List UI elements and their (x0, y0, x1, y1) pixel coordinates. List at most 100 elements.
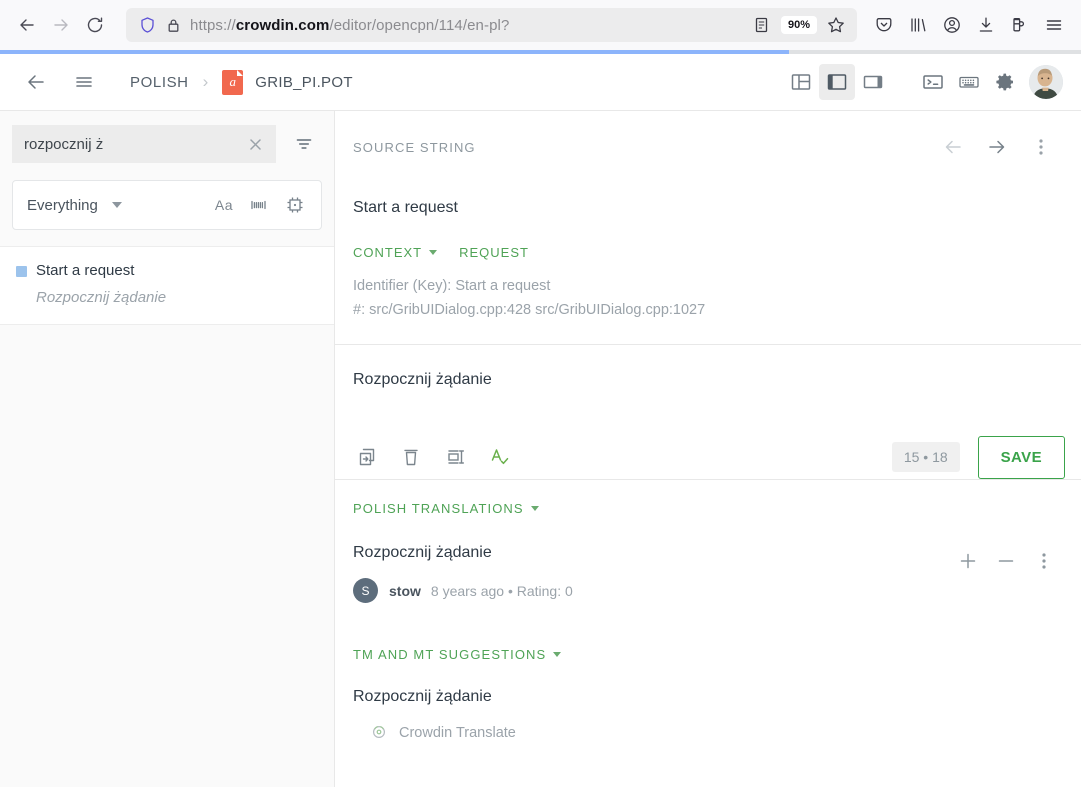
search-filter-bar: Everything Aa (12, 180, 322, 230)
source-more-options-kebab-icon[interactable] (1023, 129, 1059, 165)
padlock-icon[interactable] (160, 17, 186, 34)
reader-view-icon[interactable] (749, 16, 775, 34)
character-counter: 15 • 18 (891, 442, 960, 472)
account-icon[interactable] (935, 8, 969, 42)
list-item[interactable]: Start a request Rozpocznij żądanie (0, 247, 334, 324)
editor-back-button[interactable] (18, 64, 54, 100)
editor-body: Everything Aa Start a request Rozpocznij… (0, 111, 1081, 787)
suggestion-item[interactable]: Rozpocznij żądanie Crowdin Translate (335, 686, 1081, 744)
browser-actions (867, 8, 1071, 42)
context-tabs: CONTEXT REQUEST (335, 219, 1081, 260)
match-case-button[interactable]: Aa (207, 197, 241, 213)
tm-mt-suggestions-toggle[interactable]: TM AND MT SUGGESTIONS (353, 647, 562, 662)
other-languages-header: OTHER LANGUAGES (335, 766, 1081, 787)
search-scope-select[interactable]: Everything (27, 197, 207, 214)
suggestion-source: Crowdin Translate (353, 722, 1063, 744)
star-bookmark-icon[interactable] (823, 15, 849, 35)
suggestion-source-label: Crowdin Translate (399, 725, 516, 741)
extensions-icon[interactable] (1003, 8, 1037, 42)
zoom-level-indicator[interactable]: 90% (780, 16, 817, 34)
chevron-down-icon (553, 652, 562, 657)
whole-word-icon[interactable] (241, 187, 277, 223)
suggestions-header: TM AND MT SUGGESTIONS (335, 626, 1081, 664)
layout-side-by-side-button[interactable] (819, 64, 855, 100)
crowdin-translate-icon (370, 722, 388, 744)
search-scope-label: Everything (27, 196, 98, 214)
library-icon[interactable] (901, 8, 935, 42)
context-identifier: Identifier (Key): Start a request (353, 278, 551, 294)
polish-translations-header: POLISH TRANSLATIONS (335, 480, 1081, 518)
hamburger-menu-icon[interactable] (1037, 8, 1071, 42)
translation-more-options-kebab-icon[interactable] (1025, 542, 1063, 580)
search-results-list: Start a request Rozpocznij żądanie (0, 246, 334, 325)
result-translation-text: Rozpocznij żądanie (36, 289, 167, 306)
pocket-icon[interactable] (867, 8, 901, 42)
editor-main-panel: SOURCE STRING Start a request CONTEXT RE… (335, 111, 1081, 787)
editor-toolbar: 15 • 18 SAVE (335, 435, 1081, 480)
spellcheck-icon[interactable] (477, 435, 521, 479)
search-input[interactable] (24, 135, 240, 153)
layout-top-bottom-button[interactable] (783, 64, 819, 100)
chevron-down-icon (111, 202, 122, 208)
source-string-label: SOURCE STRING (353, 139, 476, 155)
browser-forward-button[interactable] (44, 8, 78, 42)
vote-up-plus-icon[interactable] (949, 542, 987, 580)
search-clear-icon[interactable] (240, 129, 270, 159)
tm-mt-suggestions-label: TM AND MT SUGGESTIONS (353, 647, 547, 662)
chevron-down-icon (530, 506, 539, 511)
tab-request-label: REQUEST (459, 245, 529, 260)
browser-back-button[interactable] (10, 8, 44, 42)
context-details: Identifier (Key): Start a request #: src… (335, 260, 1081, 322)
browser-reload-button[interactable] (78, 8, 112, 42)
translation-entry-text[interactable]: Rozpocznij żądanie (353, 542, 949, 564)
translation-entry-meta: S stow 8 years ago • Rating: 0 (353, 578, 949, 603)
app-header: POLISH › a GRIB_PI.POT (0, 54, 1081, 111)
string-status-indicator (16, 266, 27, 277)
result-source-text: Start a request (36, 262, 135, 279)
url-text: https://crowdin.com/editor/opencpn/114/e… (190, 16, 510, 34)
address-bar[interactable]: https://crowdin.com/editor/opencpn/114/e… (126, 8, 857, 42)
translation-meta-text: 8 years ago • Rating: 0 (430, 582, 573, 599)
user-avatar[interactable] (1029, 65, 1063, 99)
polish-translations-toggle[interactable]: POLISH TRANSLATIONS (353, 501, 539, 516)
file-type-icon: a (222, 69, 244, 95)
previous-string-arrow-icon[interactable] (935, 129, 971, 165)
file-icon-letter: a (229, 74, 237, 89)
breadcrumb-separator: › (202, 72, 209, 91)
author-name[interactable]: stow (389, 583, 421, 599)
breadcrumb-language[interactable]: POLISH (130, 74, 189, 91)
suggestion-text: Rozpocznij żądanie (353, 688, 492, 705)
placeholders-icon[interactable] (277, 187, 313, 223)
translation-entry: Rozpocznij żądanie S stow 8 years ago • … (335, 542, 1081, 603)
filter-funnel-icon[interactable] (286, 126, 322, 162)
copy-source-icon[interactable] (345, 435, 389, 479)
keyboard-shortcuts-icon[interactable] (951, 64, 987, 100)
strings-sidebar: Everything Aa Start a request Rozpocznij… (0, 111, 335, 787)
layout-compact-button[interactable] (855, 64, 891, 100)
editor-menu-button[interactable] (66, 64, 102, 100)
translation-input[interactable]: Rozpocznij żądanie (335, 345, 1081, 435)
chevron-down-icon (429, 250, 438, 255)
breadcrumb-file[interactable]: GRIB_PI.POT (255, 74, 353, 91)
vote-down-minus-icon[interactable] (987, 542, 1025, 580)
terminal-icon[interactable] (915, 64, 951, 100)
downloads-icon[interactable] (969, 8, 1003, 42)
save-button[interactable]: SAVE (977, 435, 1065, 479)
next-string-arrow-icon[interactable] (979, 129, 1015, 165)
tab-request[interactable]: REQUEST (459, 245, 529, 260)
search-row (0, 111, 334, 163)
polish-translations-label: POLISH TRANSLATIONS (353, 501, 524, 516)
vote-buttons (949, 542, 1063, 580)
search-field[interactable] (12, 125, 276, 163)
settings-gear-icon[interactable] (987, 64, 1023, 100)
shield-icon[interactable] (134, 16, 160, 34)
insert-placeholder-icon[interactable] (433, 435, 477, 479)
clear-translation-icon[interactable] (389, 435, 433, 479)
source-string-header: SOURCE STRING (335, 111, 1081, 165)
author-avatar: S (353, 578, 378, 603)
context-reference: #: src/GribUIDialog.cpp:428 src/GribUIDi… (353, 302, 706, 318)
browser-toolbar: https://crowdin.com/editor/opencpn/114/e… (0, 0, 1081, 50)
tab-context-label: CONTEXT (353, 245, 423, 260)
tab-context[interactable]: CONTEXT (353, 245, 438, 260)
source-string-text: Start a request (353, 199, 458, 216)
